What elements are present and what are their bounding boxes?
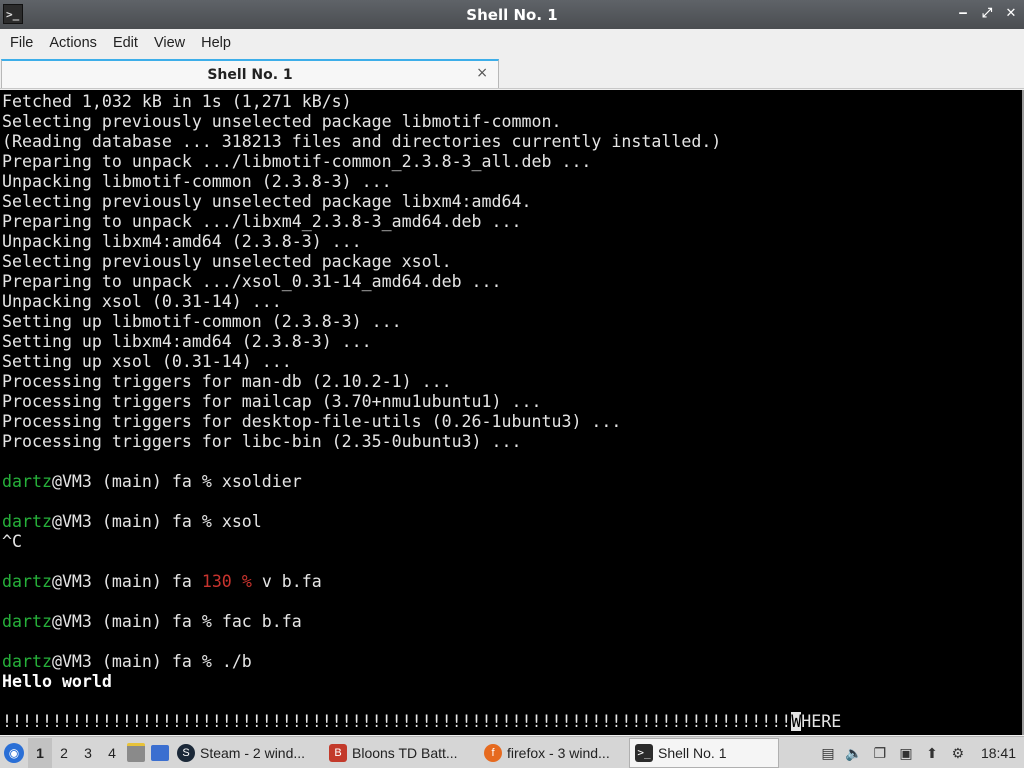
prompt-command: ./b [221, 652, 252, 671]
prompt-line: dartz@VM3 (main) fa 130 % v b.fa [2, 572, 322, 592]
terminal-line: Selecting previously unselected package … [2, 192, 532, 211]
terminal-line: Preparing to unpack .../xsol_0.31-14_amd… [2, 272, 502, 291]
terminal-line: Setting up libxm4:amd64 (2.3.8-3) ... [2, 332, 372, 351]
files-icon[interactable]: ❐ [871, 744, 889, 762]
lubuntu-logo-icon: ◉ [4, 742, 24, 763]
tab-close-icon[interactable]: × [476, 65, 488, 81]
input-line: !!!!!!!!!!!!!!!!!!!!!!!!!!!!!!!!!!!!!!!!… [2, 712, 841, 732]
workspace-1[interactable]: 1 [28, 737, 52, 768]
tab-label: Shell No. 1 [207, 66, 293, 83]
prompt-user: dartz [2, 652, 52, 671]
task-label: Steam - 2 wind... [200, 744, 306, 761]
menu-edit[interactable]: Edit [105, 35, 146, 51]
terminal-line: Unpacking libmotif-common (2.3.8-3) ... [2, 172, 392, 191]
task-steam[interactable]: S Steam - 2 wind... [172, 738, 324, 768]
terminal-view[interactable]: Fetched 1,032 kB in 1s (1,271 kB/s) Sele… [0, 90, 1024, 735]
terminal-app-icon[interactable]: >_ [3, 4, 23, 24]
prompt-user: dartz [2, 512, 52, 531]
tab-shell-1[interactable]: Shell No. 1 × [1, 59, 499, 88]
program-output: Hello world [2, 672, 112, 691]
menu-view[interactable]: View [146, 35, 193, 51]
prompt-error-code: 130 [201, 572, 232, 591]
clock[interactable]: 18:41 [981, 745, 1016, 761]
prompt-host: @VM3 (main) fa [51, 652, 192, 671]
menu-actions[interactable]: Actions [41, 35, 105, 51]
prompt-line: dartz@VM3 (main) fa % xsol [2, 512, 262, 532]
tab-bar: Shell No. 1 × [0, 57, 1024, 89]
prompt-command: xsol [221, 512, 262, 531]
menu-file[interactable]: File [2, 35, 41, 51]
volume-icon[interactable]: 🔈 [845, 744, 863, 762]
task-label: Shell No. 1 [658, 744, 727, 761]
prompt-symbol: % [201, 612, 212, 631]
prompt-symbol: % [201, 512, 212, 531]
show-desktop-button[interactable] [148, 738, 172, 768]
prompt-symbol: % [241, 572, 252, 591]
prompt-symbol: % [201, 652, 212, 671]
prompt-host: @VM3 (main) fa [51, 572, 192, 591]
interrupt-line: ^C [2, 532, 22, 551]
terminal-line: Selecting previously unselected package … [2, 112, 562, 131]
terminal-line: Setting up xsol (0.31-14) ... [2, 352, 292, 371]
taskbar: ◉ 1 2 3 4 S Steam - 2 wind... B Bloons T… [0, 736, 1024, 768]
prompt-host: @VM3 (main) fa [51, 612, 192, 631]
prompt-command: xsoldier [221, 472, 302, 491]
prompt-line: dartz@VM3 (main) fa % xsoldier [2, 472, 302, 492]
terminal-line: Processing triggers for mailcap (3.70+nm… [2, 392, 542, 411]
system-tray: ▤ 🔈 ❐ ▣ ⬆ ⚙ 18:41 [819, 744, 1024, 762]
terminal-line: Processing triggers for libc-bin (2.35-0… [2, 432, 522, 451]
close-icon[interactable]: ✕ [1004, 5, 1018, 23]
task-firefox[interactable]: f firefox - 3 wind... [479, 738, 629, 768]
text-cursor: W [791, 712, 802, 731]
steam-icon: S [177, 743, 195, 762]
workspace-4[interactable]: 4 [100, 745, 124, 761]
workspace-3[interactable]: 3 [76, 745, 100, 761]
terminal-line: Unpacking xsol (0.31-14) ... [2, 292, 282, 311]
prompt-user: dartz [2, 472, 52, 491]
firefox-icon: f [484, 743, 502, 762]
task-label: Bloons TD Batt... [352, 744, 458, 761]
task-bloons[interactable]: B Bloons TD Batt... [324, 738, 479, 768]
prompt-host: @VM3 (main) fa [51, 512, 192, 531]
prompt-user: dartz [2, 612, 52, 631]
menu-help[interactable]: Help [193, 35, 239, 51]
task-shell[interactable]: >_ Shell No. 1 [629, 737, 779, 768]
bloons-icon: B [329, 743, 347, 762]
terminal-line: Fetched 1,032 kB in 1s (1,271 kB/s) [2, 92, 352, 111]
terminal-icon: >_ [635, 743, 653, 762]
prompt-symbol: % [201, 472, 212, 491]
window-title: Shell No. 1 [466, 5, 558, 24]
menubar: File Actions Edit View Help [0, 29, 1024, 57]
terminal-line: Selecting previously unselected package … [2, 252, 452, 271]
task-label: firefox - 3 wind... [507, 744, 610, 761]
minimize-icon[interactable]: ‒ [956, 5, 970, 23]
network-icon[interactable]: ▣ [897, 744, 915, 762]
window-controls: ‒ ⤢ ✕ [956, 5, 1018, 23]
clipboard-icon[interactable]: ▤ [819, 744, 837, 762]
terminal-line: Preparing to unpack .../libmotif-common_… [2, 152, 592, 171]
prompt-line: dartz@VM3 (main) fa % fac b.fa [2, 612, 302, 632]
input-rest: HERE [801, 712, 842, 731]
desktop-icon [151, 744, 169, 761]
prompt-host: @VM3 (main) fa [51, 472, 192, 491]
steam-tray-icon[interactable]: ⚙ [949, 744, 967, 762]
file-manager-launcher[interactable] [124, 738, 148, 768]
input-bangs: !!!!!!!!!!!!!!!!!!!!!!!!!!!!!!!!!!!!!!!!… [2, 712, 792, 731]
prompt-command: fac b.fa [221, 612, 302, 631]
terminal-line: (Reading database ... 318213 files and d… [2, 132, 722, 151]
prompt-user: dartz [2, 572, 52, 591]
terminal-line: Unpacking libxm4:amd64 (2.3.8-3) ... [2, 232, 362, 251]
maximize-icon[interactable]: ⤢ [980, 5, 994, 23]
window-titlebar[interactable]: >_ Shell No. 1 ‒ ⤢ ✕ [0, 0, 1024, 29]
workspace-2[interactable]: 2 [52, 745, 76, 761]
prompt-command: v b.fa [261, 572, 322, 591]
terminal-line: Processing triggers for man-db (2.10.2-1… [2, 372, 452, 391]
start-menu-button[interactable]: ◉ [0, 738, 28, 768]
terminal-line: Processing triggers for desktop-file-uti… [2, 412, 622, 431]
update-icon[interactable]: ⬆ [923, 744, 941, 762]
prompt-line: dartz@VM3 (main) fa % ./b [2, 652, 252, 672]
terminal-line: Setting up libmotif-common (2.3.8-3) ... [2, 312, 402, 331]
terminal-line: Preparing to unpack .../libxm4_2.3.8-3_a… [2, 212, 522, 231]
file-manager-icon [127, 743, 145, 762]
